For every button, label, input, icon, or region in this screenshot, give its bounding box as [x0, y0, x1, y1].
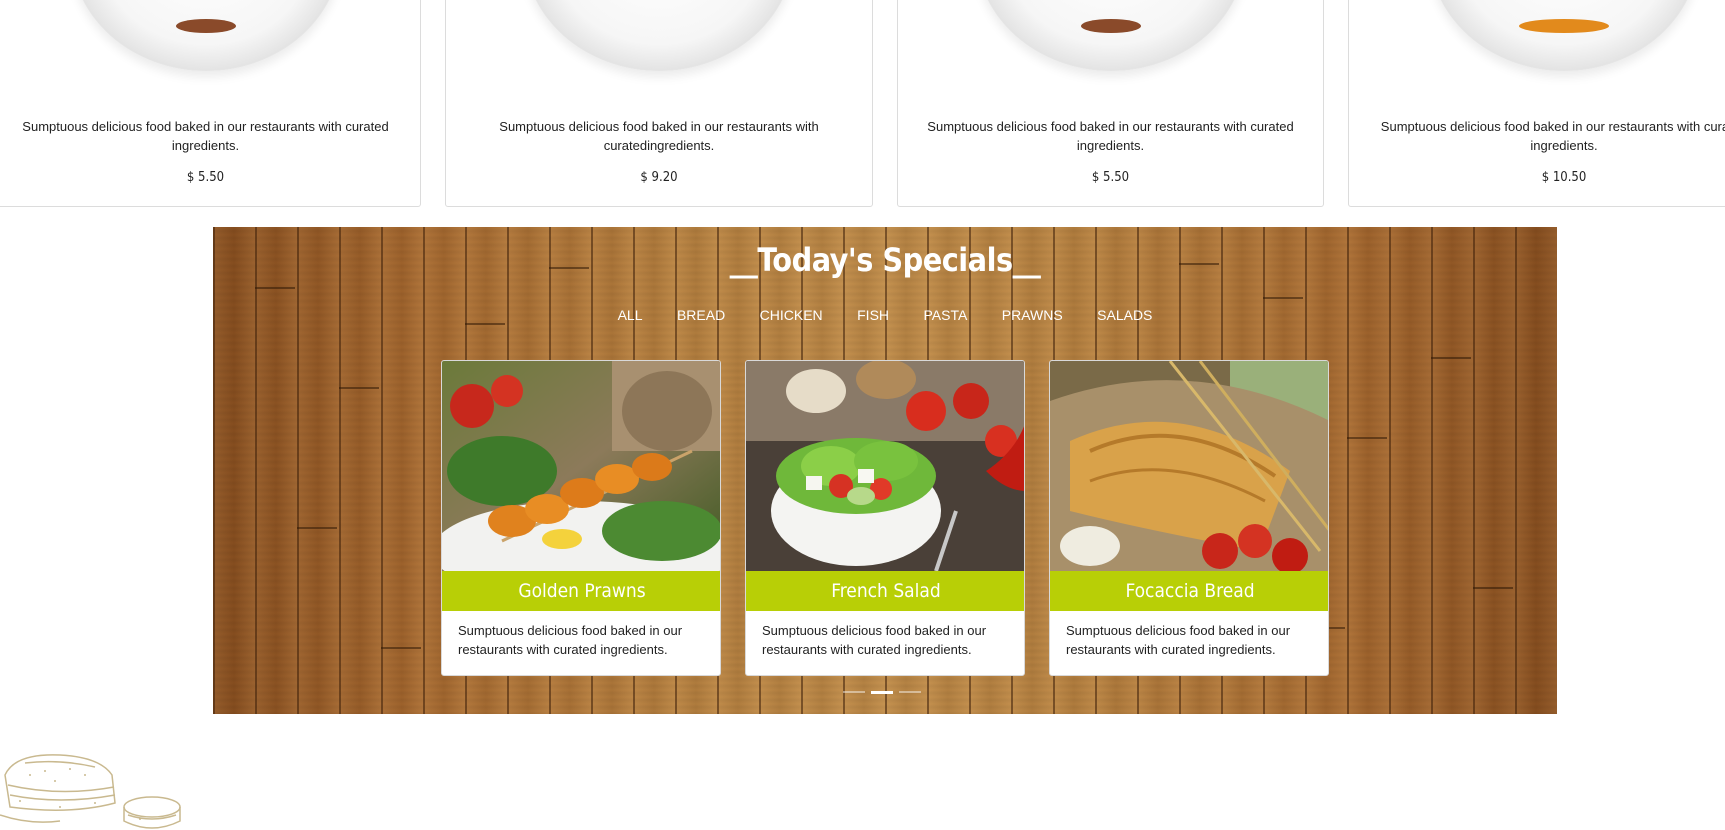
special-description: Sumptuous delicious food baked in our re…: [1066, 623, 1291, 657]
filter-prawns[interactable]: PRAWNS: [1002, 307, 1063, 323]
special-name: Focaccia Bread: [1050, 571, 1328, 611]
special-card-focaccia-bread[interactable]: Focaccia Bread Sumptuous delicious food …: [1049, 360, 1329, 676]
sandwich-sketch-icon: [0, 754, 181, 829]
carousel-dot-3[interactable]: [899, 691, 921, 693]
golden-prawns-photo: [442, 361, 720, 571]
carousel-pagination: [843, 691, 933, 695]
menu-card-price: $ 10.50: [1541, 170, 1587, 185]
focaccia-bread-photo: [1050, 361, 1328, 571]
menu-card-price: $ 5.50: [186, 170, 225, 185]
filter-pasta[interactable]: PASTA: [923, 307, 967, 323]
french-salad-photo: [746, 361, 1024, 571]
menu-card-description: Sumptuous delicious food baked in our re…: [927, 119, 1294, 153]
food-plate-image: [975, 0, 1246, 71]
filter-all[interactable]: ALL: [618, 307, 643, 323]
menu-card[interactable]: Sumptuous delicious food baked in our re…: [0, 0, 421, 207]
menu-card-description: Sumptuous delicious food baked in our re…: [22, 119, 389, 153]
special-card-golden-prawns[interactable]: Golden Prawns Sumptuous delicious food b…: [441, 360, 721, 676]
filter-chicken[interactable]: CHICKEN: [760, 307, 823, 323]
menu-card-price: $ 9.20: [640, 170, 678, 185]
carousel-dot-1[interactable]: [843, 691, 865, 693]
food-plate-image: [1429, 0, 1699, 71]
specials-title: __Today's Specials__: [729, 241, 1041, 279]
menu-card[interactable]: Sumptuous delicious food baked in our re…: [1348, 0, 1725, 207]
special-card-french-salad[interactable]: French Salad Sumptuous delicious food ba…: [745, 360, 1025, 676]
filter-bread[interactable]: BREAD: [677, 307, 725, 323]
special-name: French Salad: [746, 571, 1024, 611]
menu-card-row: Sumptuous delicious food baked in our re…: [0, 0, 1725, 210]
special-name: Golden Prawns: [442, 571, 720, 611]
menu-card-price: $ 5.50: [1091, 170, 1130, 185]
food-plate-image: [70, 0, 341, 71]
food-plate-image: [524, 0, 794, 71]
special-description: Sumptuous delicious food baked in our re…: [762, 623, 987, 657]
filter-salads[interactable]: SALADS: [1097, 307, 1152, 323]
menu-card-description: Sumptuous delicious food baked in our re…: [1380, 119, 1725, 153]
carousel-dot-2[interactable]: [871, 691, 893, 694]
menu-card[interactable]: Sumptuous delicious food baked in our re…: [897, 0, 1324, 207]
menu-card[interactable]: Sumptuous delicious food baked in our re…: [445, 0, 873, 207]
todays-specials-section: __Today's Specials__ ALL BREAD CHICKEN F…: [213, 227, 1557, 714]
specials-filter-bar: ALL BREAD CHICKEN FISH PASTA PRAWNS SALA…: [213, 307, 1557, 325]
menu-card-description: Sumptuous delicious food baked in our re…: [499, 119, 819, 153]
special-description: Sumptuous delicious food baked in our re…: [458, 623, 683, 657]
filter-fish[interactable]: FISH: [857, 307, 889, 323]
